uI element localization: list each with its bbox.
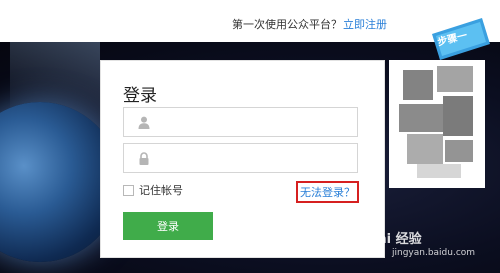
- cant-login-link[interactable]: 无法登录？: [296, 181, 359, 203]
- login-panel: 登录 记住帐号 无法登录？ 登录: [100, 60, 385, 258]
- user-icon: [138, 116, 150, 129]
- qr-code-card: [389, 60, 485, 188]
- login-title: 登录: [123, 86, 157, 106]
- username-input[interactable]: [162, 112, 356, 134]
- login-button[interactable]: 登录: [123, 212, 213, 240]
- password-input[interactable]: [162, 148, 356, 170]
- remember-label: 记住帐号: [139, 184, 183, 197]
- lock-icon: [139, 152, 149, 165]
- remember-checkbox[interactable]: [123, 184, 134, 196]
- register-prompt: 第一次使用公众平台？: [232, 18, 342, 31]
- remember-account[interactable]: 记住帐号: [123, 183, 183, 197]
- baidu-jingyan-watermark: Bai 经验: [368, 232, 422, 247]
- watermark-url: jingyan.baidu.com: [392, 248, 476, 258]
- username-field[interactable]: [123, 107, 358, 137]
- qr-code-blurred: [397, 64, 479, 182]
- register-link[interactable]: 立即注册: [343, 16, 387, 32]
- top-bar: 第一次使用公众平台？ 立即注册: [0, 0, 500, 42]
- password-field[interactable]: [123, 143, 358, 173]
